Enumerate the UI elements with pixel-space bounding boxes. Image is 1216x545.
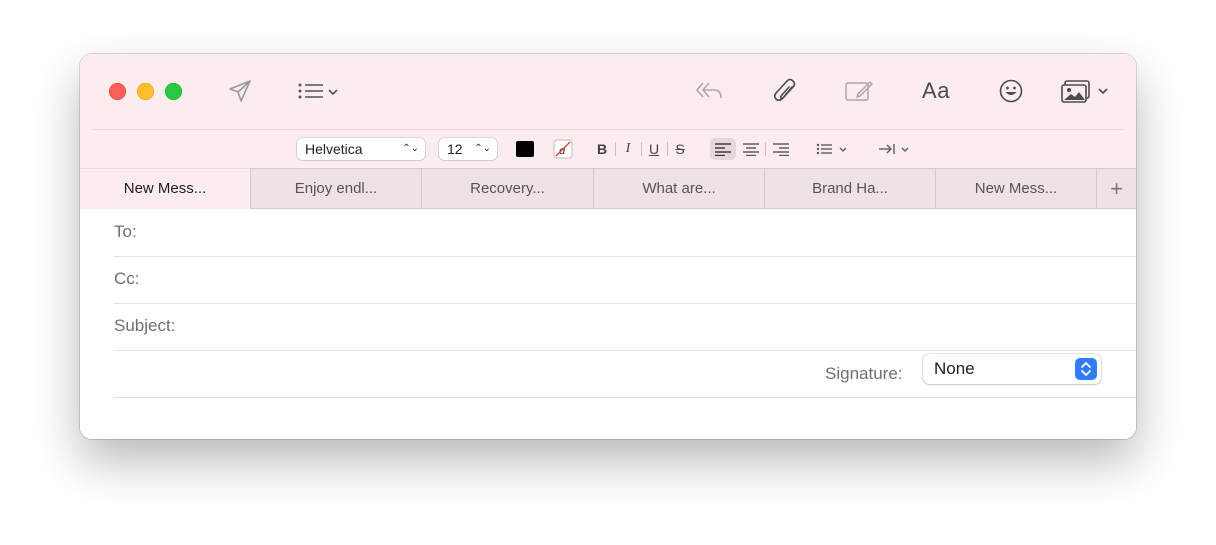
list-menu-button[interactable]	[294, 74, 344, 108]
format-divider	[641, 142, 642, 156]
mail-compose-window: Aa Helvetica ⌃⌄ 12 ⌃⌄ B I U S New Mess..…	[80, 54, 1136, 439]
font-size-value: 12	[447, 141, 463, 157]
align-center-button[interactable]	[738, 138, 764, 160]
compose-body: To: Cc: Subject: Signature: None	[80, 209, 1136, 439]
format-divider	[615, 142, 616, 156]
minimize-button[interactable]	[137, 83, 154, 100]
align-left-button[interactable]	[710, 138, 736, 160]
chevron-down-icon	[328, 89, 338, 96]
new-tab-button[interactable]: +	[1096, 168, 1136, 209]
list-style-button[interactable]	[814, 138, 854, 160]
zoom-button[interactable]	[165, 83, 182, 100]
send-icon	[229, 80, 251, 102]
align-right-button[interactable]	[768, 138, 794, 160]
toolbar: Aa	[80, 54, 1136, 129]
format-bar: Helvetica ⌃⌄ 12 ⌃⌄ a B I U S	[80, 130, 1136, 168]
subject-label: Subject:	[114, 316, 176, 335]
reply-button[interactable]	[692, 74, 726, 108]
indent-icon	[879, 144, 909, 154]
up-down-arrows-icon	[1075, 358, 1097, 380]
indent-button[interactable]	[876, 138, 916, 160]
send-button[interactable]	[222, 74, 258, 108]
close-button[interactable]	[109, 83, 126, 100]
signature-popup[interactable]: None	[923, 354, 1101, 384]
up-down-arrows-icon: ⌃⌄	[474, 143, 491, 154]
signature-row: Signature: None	[114, 350, 1136, 398]
highlight-icon: a	[553, 139, 573, 159]
cc-label: Cc:	[114, 269, 140, 288]
to-label: To:	[114, 222, 137, 241]
emoji-button[interactable]	[995, 74, 1027, 108]
chevron-down-icon	[1098, 88, 1108, 95]
to-field[interactable]: To:	[114, 209, 1136, 257]
italic-button[interactable]: I	[618, 138, 638, 160]
tab-bar: New Mess... Enjoy endl... Recovery... Wh…	[80, 168, 1136, 209]
tab-new-message[interactable]: New Mess...	[80, 168, 250, 209]
window-chrome: Aa Helvetica ⌃⌄ 12 ⌃⌄ B I U S New Mess..…	[80, 54, 1136, 209]
signature-label: Signature:	[825, 364, 903, 383]
list-icon	[298, 83, 338, 99]
highlight-color-button[interactable]: a	[550, 138, 576, 160]
tab-brand[interactable]: Brand Ha...	[764, 168, 935, 209]
bulleted-list-icon	[816, 143, 847, 155]
tab-recovery[interactable]: Recovery...	[421, 168, 593, 209]
photo-browser-button[interactable]	[1058, 74, 1114, 108]
attachment-icon	[773, 78, 796, 102]
strikethrough-button[interactable]: S	[670, 138, 690, 160]
text-color-swatch[interactable]	[516, 141, 534, 157]
font-size-popup[interactable]: 12 ⌃⌄	[439, 138, 497, 160]
cc-field[interactable]: Cc:	[114, 256, 1136, 304]
tab-enjoy[interactable]: Enjoy endl...	[250, 168, 421, 209]
emoji-icon	[999, 79, 1023, 103]
bold-button[interactable]: B	[592, 138, 612, 160]
markup-button[interactable]	[842, 74, 876, 108]
attach-button[interactable]	[768, 74, 802, 108]
tab-new-message-2[interactable]: New Mess...	[935, 168, 1096, 209]
font-family-value: Helvetica	[305, 141, 363, 157]
reply-icon	[696, 82, 722, 99]
photo-icon	[1061, 80, 1108, 103]
align-center-icon	[743, 143, 759, 156]
font-format-button[interactable]: Aa	[916, 74, 956, 108]
format-divider	[667, 142, 668, 156]
subject-field[interactable]: Subject:	[114, 303, 1136, 351]
up-down-arrows-icon: ⌃⌄	[402, 143, 419, 154]
tab-what-are[interactable]: What are...	[593, 168, 764, 209]
underline-button[interactable]: U	[644, 138, 664, 160]
font-family-popup[interactable]: Helvetica ⌃⌄	[297, 138, 425, 160]
signature-value: None	[934, 359, 975, 378]
markup-icon	[845, 81, 873, 101]
align-left-icon	[715, 143, 731, 156]
align-right-icon	[773, 143, 789, 156]
format-divider	[765, 142, 766, 156]
